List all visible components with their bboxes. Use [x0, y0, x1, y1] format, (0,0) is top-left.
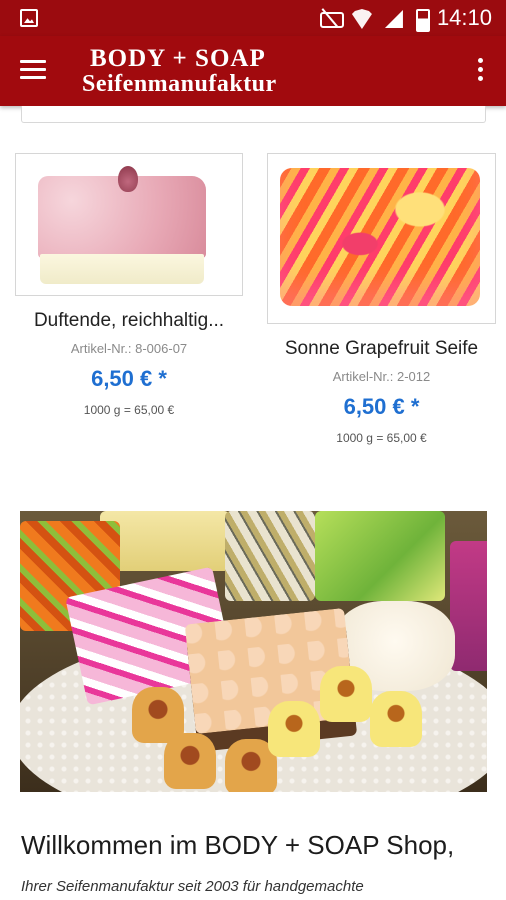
product-card[interactable]: Sonne Grapefruit Seife Artikel-Nr.: 2-01…: [267, 153, 496, 445]
signal-icon: [383, 8, 405, 28]
welcome-subtitle: Ihrer Seifenmanufaktur seit 2003 für han…: [21, 878, 364, 895]
wifi-icon: [351, 8, 373, 28]
app-bar: BODY + SOAP Seifenmanufaktur: [0, 36, 506, 106]
product-unit-price: 1000 g = 65,00 €: [83, 403, 175, 417]
product-name[interactable]: Duftende, reichhaltig...: [15, 310, 243, 332]
grapefruit-soap-picture: [280, 168, 480, 306]
status-bar: 14:10: [0, 0, 506, 36]
product-price: 6,50 € *: [343, 394, 420, 419]
product-name[interactable]: Sonne Grapefruit Seife: [267, 338, 496, 360]
status-icons: 14:10: [319, 5, 492, 32]
overflow-menu-icon[interactable]: [478, 58, 484, 82]
status-time: 14:10: [436, 5, 492, 30]
logo-line-2: Seifenmanufaktur: [82, 71, 277, 97]
product-unit-price: 1000 g = 65,00 €: [336, 431, 427, 445]
gallery-icon: [20, 9, 38, 27]
shop-logo[interactable]: BODY + SOAP Seifenmanufaktur: [82, 45, 277, 97]
soap-banner-image[interactable]: [20, 511, 487, 792]
rose-soap-picture: [38, 166, 206, 288]
mute-icon: [319, 8, 344, 28]
product-price: 6,50 € *: [91, 366, 167, 391]
welcome-heading: Willkommen im BODY + SOAP Shop,: [21, 830, 455, 860]
product-sku: Artikel-Nr.: 2-012: [332, 369, 431, 384]
product-image[interactable]: [267, 153, 496, 324]
search-field[interactable]: [21, 106, 486, 123]
product-image[interactable]: [15, 153, 243, 296]
logo-line-1: BODY + SOAP: [90, 45, 266, 72]
hamburger-icon[interactable]: [20, 60, 46, 80]
product-card[interactable]: Duftende, reichhaltig... Artikel-Nr.: 8-…: [15, 153, 243, 417]
battery-icon: [415, 8, 430, 32]
product-sku: Artikel-Nr.: 8-006-07: [70, 341, 188, 356]
